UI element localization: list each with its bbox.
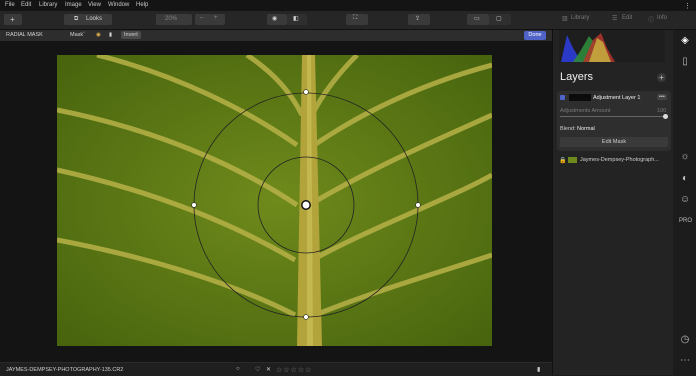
zoom-field[interactable]: 20% <box>156 14 192 25</box>
crop-button[interactable]: ⛶ <box>346 14 368 25</box>
base-layer-name[interactable]: Jaymes-Dempsey-Photograph... <box>580 157 659 163</box>
menu-edit[interactable]: Edit <box>21 2 31 8</box>
single-view-icon: ▭ <box>474 16 480 22</box>
share-icon: ⇪ <box>415 16 421 22</box>
zoom-value: 20% <box>165 16 178 22</box>
lock-icon: 🔒 <box>559 158 567 164</box>
share-button[interactable]: ⇪ <box>408 14 430 25</box>
compare-icon: ◧ <box>293 16 299 22</box>
reject-icon[interactable]: ✕ <box>266 366 271 373</box>
add-layer-button[interactable]: + <box>657 73 666 82</box>
mask-title: RADIAL MASK <box>6 32 43 38</box>
layer-name: Adjustment Layer 1 <box>593 95 641 101</box>
trash-icon[interactable]: ▮ <box>537 366 540 373</box>
heart-icon[interactable]: ♡ <box>255 366 260 373</box>
filename: JAYMES-DEMPSEY-PHOTOGRAPHY-135.CR2 <box>6 367 124 373</box>
mask-handle-top[interactable] <box>303 89 309 95</box>
zoom-in-icon[interactable]: + <box>214 15 218 21</box>
layers-title: Layers <box>560 71 594 83</box>
amount-slider[interactable] <box>560 116 666 117</box>
toolbar: + ⧉ Looks 20% – + ◉ ◧ ⛶ ⇪ ▭ ▢ ▥ Library … <box>0 11 696 30</box>
looks-icon: ⧉ <box>74 16 79 22</box>
more-options-icon[interactable]: ••• <box>657 94 667 100</box>
chevron-down-icon: ˇ <box>83 32 85 38</box>
invert-button[interactable]: Invert <box>121 31 141 39</box>
compare-panels-icon[interactable]: ▯ <box>679 56 691 68</box>
zoom-out-icon[interactable]: – <box>200 15 203 21</box>
star-rating[interactable]: ☆☆☆☆☆ <box>276 366 312 374</box>
blend-dropdown[interactable]: Normal <box>577 126 595 132</box>
face-icon[interactable]: ☺ <box>679 194 691 206</box>
amount-label: Adjustments Amount <box>560 108 611 114</box>
eye-icon[interactable]: ◉ <box>96 32 101 38</box>
layer-card-adjustment-1[interactable]: Adjustment Layer 1 ••• Adjustments Amoun… <box>557 91 671 151</box>
edit-mask-button[interactable]: Edit Mask <box>560 137 668 147</box>
grid-view-icon: ▢ <box>496 16 502 22</box>
mask-handle-left[interactable] <box>191 202 197 208</box>
mask-dropdown[interactable]: Mask <box>70 32 83 38</box>
tab-library[interactable]: Library <box>571 15 589 21</box>
histogram <box>559 30 665 62</box>
history-icon[interactable]: ◷ <box>679 334 691 346</box>
amount-slider-knob[interactable] <box>663 114 668 119</box>
blend-label: Blend: <box>560 126 576 132</box>
tab-edit[interactable]: Edit <box>622 15 632 21</box>
bottom-bar: JAYMES-DEMPSEY-PHOTOGRAPHY-135.CR2 ○ ♡ ✕… <box>0 362 552 376</box>
layer-visibility-checkbox[interactable] <box>560 95 565 100</box>
sun-icon[interactable]: ☼ <box>679 151 691 163</box>
edit-tab-icon: ☰ <box>612 16 618 22</box>
base-layer-thumbnail <box>568 157 577 163</box>
mask-handle-right[interactable] <box>415 202 421 208</box>
compare-button[interactable]: ◧ <box>287 14 307 25</box>
preview-button[interactable]: ◉ <box>267 14 287 25</box>
trash-icon[interactable]: ▮ <box>109 32 112 38</box>
done-button[interactable]: Done <box>524 31 546 40</box>
menu-library[interactable]: Library <box>39 2 57 8</box>
menu-help[interactable]: Help <box>136 2 148 8</box>
pro-icon[interactable]: PRO <box>679 215 692 227</box>
plus-icon: + <box>10 15 15 24</box>
mask-center-handle[interactable] <box>301 200 311 210</box>
crop-icon: ⛶ <box>353 15 358 21</box>
menu-image[interactable]: Image <box>65 2 82 8</box>
info-tab-icon: ⓘ <box>648 18 655 24</box>
menu-file[interactable]: File <box>5 2 15 8</box>
looks-label: Looks <box>86 16 103 22</box>
window-control-icon[interactable]: ⋮ <box>684 2 691 10</box>
menu-view[interactable]: View <box>88 2 101 8</box>
color-label-icon[interactable]: ○ <box>236 366 240 372</box>
more-icon[interactable]: ⋯ <box>679 355 691 367</box>
layer-thumbnail <box>569 94 591 101</box>
add-button[interactable]: + <box>4 14 22 25</box>
mask-toolbar: RADIAL MASK Mask ˇ ◉ ▮ Invert Done <box>0 30 552 41</box>
layers-panel: Layers + Adjustment Layer 1 ••• Adjustme… <box>552 30 673 375</box>
eye-icon: ◉ <box>272 16 278 22</box>
mask-handle-bottom[interactable] <box>303 314 309 320</box>
looks-button[interactable]: ⧉ Looks <box>64 14 112 25</box>
panel-tabs: ▥ Library ☰ Edit ⓘ Info <box>552 13 672 24</box>
tab-info[interactable]: Info <box>657 15 667 21</box>
menu-window[interactable]: Window <box>108 2 129 8</box>
tool-rail: ◈ ▯ ☼ ◐ ☺ PRO ◷ ⋯ <box>673 30 696 375</box>
palette-icon[interactable]: ◐ <box>679 173 691 185</box>
menu-bar: File Edit Library Image View Window Help… <box>0 0 696 11</box>
leaf-photo[interactable] <box>57 55 492 346</box>
grid-view-button[interactable]: ▢ <box>489 14 511 25</box>
library-tab-icon: ▥ <box>562 16 568 22</box>
single-view-button[interactable]: ▭ <box>467 14 489 25</box>
zoom-stepper[interactable]: – + <box>195 14 225 25</box>
layers-icon[interactable]: ◈ <box>679 35 691 47</box>
